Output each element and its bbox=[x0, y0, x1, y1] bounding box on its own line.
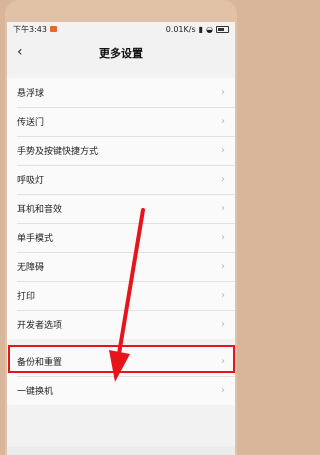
list-item-label: 无障碍 bbox=[17, 263, 45, 273]
list-item-label: 传送门 bbox=[17, 118, 45, 128]
signal-icon: ▮ bbox=[198, 24, 204, 34]
list-item-print[interactable]: 打印 › bbox=[7, 281, 235, 310]
list-item-breathing-light[interactable]: 呼吸灯 › bbox=[7, 165, 235, 194]
chevron-right-icon: › bbox=[221, 319, 225, 330]
status-time: 下午3:43 bbox=[13, 24, 47, 34]
chevron-right-icon: › bbox=[221, 87, 225, 98]
list-item-gesture-shortcuts[interactable]: 手势及按键快捷方式 › bbox=[7, 136, 235, 165]
notification-icon bbox=[49, 26, 57, 32]
list-item-one-hand-mode[interactable]: 单手模式 › bbox=[7, 223, 235, 252]
chevron-right-icon: › bbox=[221, 174, 225, 185]
list-item-label: 一键换机 bbox=[17, 387, 54, 397]
list-item-label: 耳机和音效 bbox=[17, 205, 63, 215]
settings-group-1: 悬浮球 › 传送门 › 手势及按键快捷方式 › 呼吸灯 › 耳机和音效 › 单手… bbox=[7, 78, 235, 339]
title-bar: ‹ 更多设置 bbox=[7, 36, 235, 70]
network-speed: 0.01K/s bbox=[165, 24, 196, 34]
page-title: 更多设置 bbox=[99, 47, 143, 60]
chevron-right-icon: › bbox=[221, 261, 225, 272]
list-item-portal[interactable]: 传送门 › bbox=[7, 107, 235, 136]
list-item-label: 手势及按键快捷方式 bbox=[17, 147, 99, 157]
list-item-label: 单手模式 bbox=[17, 234, 54, 244]
list-item-headphones-sound[interactable]: 耳机和音效 › bbox=[7, 194, 235, 223]
chevron-right-icon: › bbox=[221, 203, 225, 214]
back-icon[interactable]: ‹ bbox=[17, 45, 31, 59]
chevron-right-icon: › bbox=[221, 232, 225, 243]
list-item-accessibility[interactable]: 无障碍 › bbox=[7, 252, 235, 281]
chevron-right-icon: › bbox=[221, 290, 225, 301]
chevron-right-icon: › bbox=[221, 385, 225, 396]
bottom-edge bbox=[7, 447, 235, 455]
list-item-label: 悬浮球 bbox=[17, 89, 45, 99]
list-item-floating-ball[interactable]: 悬浮球 › bbox=[7, 78, 235, 107]
list-item-label: 打印 bbox=[17, 292, 36, 302]
battery-icon bbox=[216, 25, 229, 33]
highlight-box bbox=[8, 345, 235, 373]
chevron-right-icon: › bbox=[221, 145, 225, 156]
list-item-developer-options[interactable]: 开发者选项 › bbox=[7, 310, 235, 339]
list-item-phone-clone[interactable]: 一键换机 › bbox=[7, 376, 235, 405]
chevron-right-icon: › bbox=[221, 116, 225, 127]
list-item-label: 开发者选项 bbox=[17, 321, 63, 331]
status-bar: 下午3:43 0.01K/s ▮ ◒ bbox=[7, 22, 235, 36]
screen: 下午3:43 0.01K/s ▮ ◒ ‹ 更多设置 悬浮球 › 传送门 › 手势… bbox=[7, 22, 235, 455]
list-item-label: 呼吸灯 bbox=[17, 176, 45, 186]
wifi-icon: ◒ bbox=[206, 24, 213, 34]
